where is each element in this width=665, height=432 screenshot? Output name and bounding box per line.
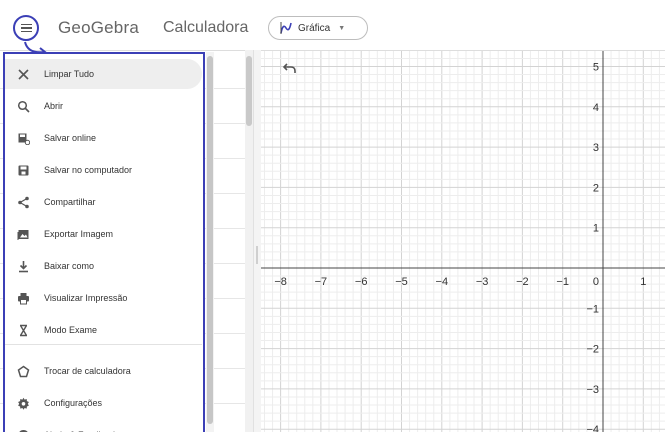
x-tick-label: −8 bbox=[274, 276, 287, 288]
menu-item-label: Limpar Tudo bbox=[44, 69, 95, 79]
image-icon bbox=[17, 228, 30, 241]
y-tick-label: 5 bbox=[593, 62, 599, 74]
app-selector-label: Gráfica bbox=[298, 22, 331, 34]
menu-item-hourglass[interactable]: Modo Exame bbox=[5, 315, 202, 345]
menu-item-download[interactable]: Baixar como bbox=[5, 251, 202, 281]
cloud-save-icon bbox=[17, 132, 30, 145]
download-icon bbox=[17, 260, 30, 273]
menu-item-label: Baixar como bbox=[44, 261, 95, 271]
y-tick-label: −3 bbox=[586, 384, 599, 396]
menu-item-label: Exportar Imagem bbox=[44, 229, 114, 239]
switch-calculator-icon bbox=[17, 365, 30, 378]
x-tick-label: −5 bbox=[395, 276, 408, 288]
y-tick-label: 3 bbox=[593, 142, 599, 154]
menu-item-label: Salvar online bbox=[44, 133, 97, 143]
y-tick-label: 4 bbox=[593, 102, 599, 114]
algebra-scrollbar-thumb[interactable] bbox=[246, 56, 252, 126]
brand-suffix: Gebra bbox=[90, 18, 139, 37]
share-icon bbox=[17, 196, 30, 209]
menu-item-image[interactable]: Exportar Imagem bbox=[5, 219, 202, 249]
menu-item-floppy-disk[interactable]: Salvar no computador bbox=[5, 155, 202, 185]
graphics-view[interactable]: −8 −7 −6 −5 −4 −3 −2 −1 0 1 5 4 3 2 1 −1 −2 −3 −4 bbox=[261, 50, 665, 432]
menu-scrollbar-thumb[interactable] bbox=[207, 56, 213, 424]
help-icon: ? bbox=[17, 429, 30, 432]
divider-handle[interactable] bbox=[256, 246, 258, 264]
close-icon bbox=[17, 68, 30, 81]
app-header: GeoGebra Calculadora Gráfica ▼ bbox=[0, 0, 665, 50]
x-tick-label: −1 bbox=[556, 276, 569, 288]
gear-icon bbox=[17, 397, 30, 410]
menu-item-label: Compartilhar bbox=[44, 197, 96, 207]
menu-item-label: Trocar de calculadora bbox=[44, 366, 131, 376]
menu-item-label: Visualizar Impressão bbox=[44, 293, 128, 303]
menu-item-share[interactable]: Compartilhar bbox=[5, 187, 202, 217]
x-tick-label: −2 bbox=[516, 276, 529, 288]
graph-icon bbox=[280, 22, 292, 34]
coordinate-grid: −8 −7 −6 −5 −4 −3 −2 −1 0 1 5 4 3 2 1 −1 −2 −3 −4 bbox=[261, 51, 665, 432]
x-tick-label: −6 bbox=[355, 276, 368, 288]
y-tick-label: 2 bbox=[593, 182, 599, 194]
menu-item-gear[interactable]: Configurações bbox=[5, 388, 202, 418]
menu-item-search[interactable]: Abrir bbox=[5, 91, 202, 121]
menu-item-label: Modo Exame bbox=[44, 325, 98, 335]
app-selector[interactable]: Gráfica ▼ bbox=[268, 16, 368, 40]
x-tick-label: −3 bbox=[476, 276, 489, 288]
panel-divider[interactable] bbox=[253, 50, 261, 432]
menu-item-label: Salvar no computador bbox=[44, 165, 133, 175]
brand-prefix: Geo bbox=[58, 18, 91, 37]
menu-item-cloud-save[interactable]: Salvar online bbox=[5, 123, 202, 153]
x-tick-label: −4 bbox=[436, 276, 449, 288]
y-tick-label: 1 bbox=[593, 223, 599, 235]
menu-item-label: Abrir bbox=[44, 101, 64, 111]
menu-item-switch-calculator[interactable]: Trocar de calculadora bbox=[5, 356, 202, 386]
geogebra-logo: GeoGebra bbox=[58, 18, 139, 38]
menu-item-label: Configurações bbox=[44, 398, 103, 408]
x-tick-label: 0 bbox=[593, 276, 599, 288]
side-menu: Limpar Tudo Abrir Salvar online Salvar no c… bbox=[3, 52, 205, 432]
menu-item-close[interactable]: Limpar Tudo bbox=[5, 59, 202, 89]
x-tick-label: −7 bbox=[315, 276, 328, 288]
app-subtitle: Calculadora bbox=[163, 19, 249, 36]
geogebra-app: −8 −7 −6 −5 −4 −3 −2 −1 0 1 5 4 3 2 1 −1 −2 −3 −4 GeoGebra… bbox=[0, 0, 665, 432]
hourglass-icon bbox=[17, 324, 30, 337]
menu-separator bbox=[5, 344, 202, 345]
search-icon bbox=[17, 100, 30, 113]
menu-item-help[interactable]: ?Ajuda & Feedback bbox=[5, 420, 202, 432]
chevron-down-icon: ▼ bbox=[338, 24, 346, 32]
undo-icon[interactable] bbox=[282, 62, 297, 77]
floppy-disk-icon bbox=[17, 164, 30, 177]
y-tick-label: −4 bbox=[586, 424, 599, 432]
menu-button[interactable] bbox=[13, 15, 39, 41]
menu-item-printer[interactable]: Visualizar Impressão bbox=[5, 283, 202, 313]
hamburger-icon bbox=[20, 23, 32, 33]
y-tick-label: −1 bbox=[586, 303, 599, 315]
x-tick-label: 1 bbox=[640, 276, 646, 288]
y-tick-label: −2 bbox=[586, 344, 599, 356]
printer-icon bbox=[17, 292, 30, 305]
